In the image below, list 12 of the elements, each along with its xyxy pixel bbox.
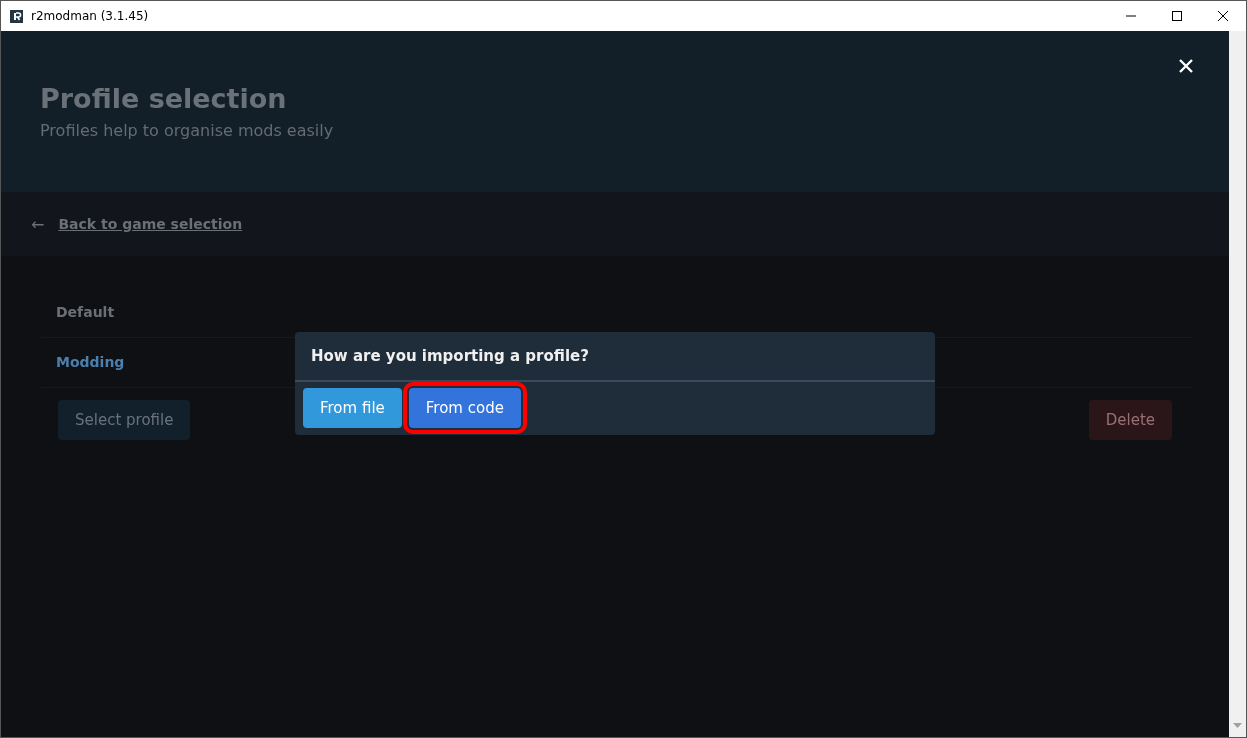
page-subtitle: Profiles help to organise mods easily [40, 120, 335, 142]
from-file-button[interactable]: From file [303, 388, 402, 428]
scroll-down-icon[interactable] [1233, 723, 1242, 729]
page-title: Profile selection [40, 82, 288, 116]
back-arrow: ← [31, 214, 45, 234]
close-icon[interactable] [1179, 59, 1193, 73]
window-title: r2modman (3.1.45) [31, 9, 150, 23]
dialog-title: How are you importing a profile? [295, 332, 935, 382]
app-logo-icon [10, 9, 23, 23]
select-profile-button[interactable]: Select profile [58, 400, 191, 440]
delete-button[interactable]: Delete [1088, 400, 1172, 440]
back-link[interactable]: Back to game selection [58, 216, 243, 232]
